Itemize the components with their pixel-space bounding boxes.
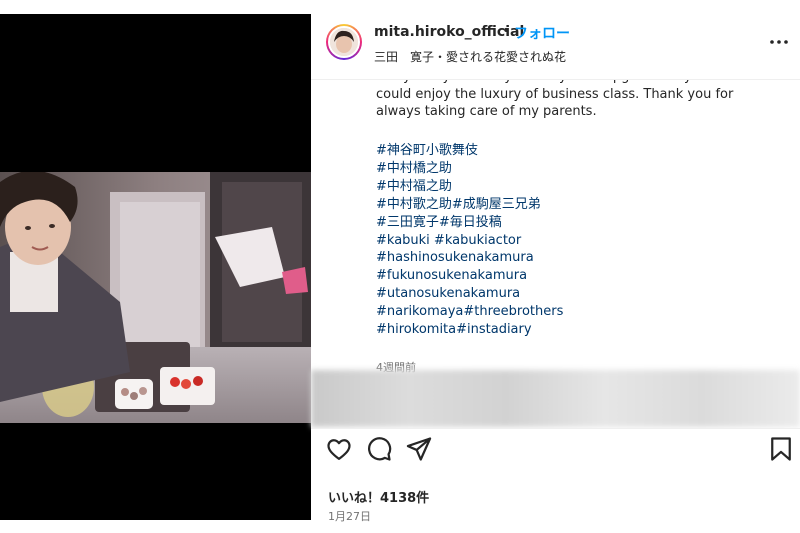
more-dots-icon [770, 40, 788, 44]
avatar[interactable] [326, 24, 362, 60]
hashtag-link[interactable]: #fukunosukenakamura [376, 267, 776, 285]
share-icon [406, 437, 432, 461]
hashtag-link[interactable]: #hashinosukenakamura [376, 249, 776, 267]
profile-subtitle: 三田 寛子・愛される花愛されぬ花 [374, 50, 567, 64]
hashtag-list: #神谷町小歌舞伎 #中村橋之助 #中村福之助 #中村歌之助#成駒屋三兄弟 #三田… [376, 142, 776, 339]
share-button[interactable] [405, 435, 433, 463]
hashtag-link[interactable]: #三田寛子#毎日投稿 [376, 214, 776, 232]
heart-icon [327, 439, 351, 461]
avatar-image [328, 26, 360, 58]
avatar-face-icon [330, 28, 358, 56]
separator-dot: • [502, 23, 511, 39]
action-bar: いいね！4138件 1月27日 [311, 428, 800, 523]
cabin-photo-illustration [0, 172, 311, 423]
comment-icon [368, 437, 392, 461]
caption-area: is my last year in my 50s. My sons upgra… [311, 80, 800, 373]
hashtag-link[interactable]: #中村橋之助 [376, 160, 776, 178]
post-sidebar: mita.hiroko_official • フォロー 三田 寛子・愛される花愛… [311, 14, 800, 523]
more-options-button[interactable] [767, 34, 791, 50]
caption-text: is my last year in my 50s. My sons upgra… [376, 80, 751, 119]
instagram-post-modal: mita.hiroko_official • フォロー 三田 寛子・愛される花愛… [0, 0, 800, 533]
hashtag-link[interactable]: #hirokomita#instadiary [376, 321, 776, 339]
comment-button[interactable] [365, 435, 393, 463]
save-button[interactable] [767, 435, 795, 463]
blurred-comments [311, 370, 800, 427]
hashtag-link[interactable]: #神谷町小歌舞伎 [376, 142, 776, 160]
post-media[interactable] [0, 14, 311, 520]
bookmark-icon [771, 437, 791, 461]
hashtag-link[interactable]: #kabuki #kabukiactor [376, 232, 776, 250]
like-count[interactable]: いいね！4138件 [328, 487, 429, 506]
post-header: mita.hiroko_official • フォロー 三田 寛子・愛される花愛… [311, 14, 800, 80]
post-photo [0, 172, 311, 423]
follow-button[interactable]: フォロー [514, 23, 570, 43]
hashtag-link[interactable]: #narikomaya#threebrothers [376, 303, 776, 321]
hashtag-link[interactable]: #utanosukenakamura [376, 285, 776, 303]
like-button[interactable] [325, 435, 353, 463]
post-date[interactable]: 1月27日 [328, 508, 371, 524]
hashtag-link[interactable]: #中村歌之助#成駒屋三兄弟 [376, 196, 776, 214]
hashtag-link[interactable]: #中村福之助 [376, 178, 776, 196]
